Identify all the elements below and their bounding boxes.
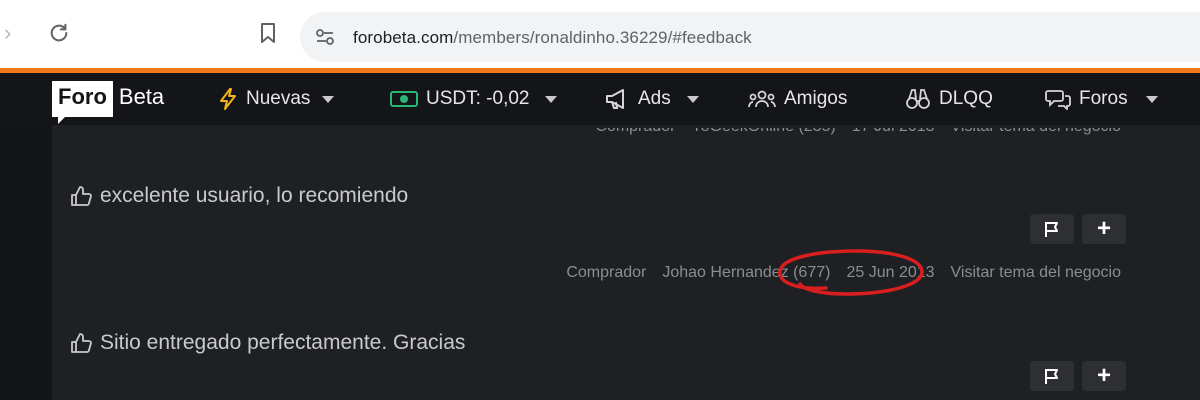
plus-icon: + <box>1096 362 1111 389</box>
megaphone-icon <box>606 89 624 109</box>
thumbs-up-icon <box>71 333 92 353</box>
feedback-thread-link[interactable]: Visitar tema del negocio <box>951 264 1121 282</box>
feedback-message: excelente usuario, lo recomiendo <box>70 184 408 208</box>
feedback-text: Sitio entregado perfectamente. Gracias <box>100 331 466 354</box>
binoculars-icon <box>906 89 930 109</box>
feedback-date: 25 Jun 2013 <box>846 264 935 281</box>
flag-icon <box>1045 222 1058 237</box>
add-button[interactable]: + <box>1082 361 1126 391</box>
site-logo[interactable]: Foro Beta <box>52 81 170 124</box>
chevron-down-icon <box>545 95 558 103</box>
browser-toolbar: › forobeta.com/members/ronaldinho.36229/… <box>0 0 1200 73</box>
site-navbar: Foro Beta Nuevas USDT: -0,02 Ads Amigos … <box>0 73 1200 125</box>
report-button[interactable] <box>1030 214 1074 244</box>
nav-item-usdt[interactable]: USDT: -0,02 <box>390 85 558 113</box>
logo-beta: Beta <box>112 81 170 117</box>
url-path: /members/ronaldinho.36229/#feedback <box>453 28 752 47</box>
feedback-role: Comprador <box>566 264 647 281</box>
sidebar-strip <box>0 125 52 400</box>
report-button[interactable] <box>1030 361 1074 391</box>
url-text[interactable]: forobeta.com/members/ronaldinho.36229/#f… <box>353 28 752 48</box>
nav-label-amigos: Amigos <box>784 88 848 109</box>
thumbs-up-icon <box>71 186 92 206</box>
chevron-down-icon <box>1145 95 1158 103</box>
nav-label-nuevas: Nuevas <box>246 88 311 109</box>
nav-item-foros[interactable]: Foros <box>1045 85 1158 113</box>
nav-item-ads[interactable]: Ads <box>604 85 699 113</box>
lightning-icon <box>220 88 236 110</box>
feedback-meta: Comprador Johao Hernandez (677) 25 Jun 2… <box>566 264 1121 282</box>
feedback-user[interactable]: Johao Hernandez (677) <box>662 264 830 282</box>
feedback-message: Sitio entregado perfectamente. Gracias <box>70 331 465 355</box>
nav-label-usdt: USDT: -0,02 <box>426 88 530 109</box>
site-settings-icon[interactable] <box>314 26 336 48</box>
nav-label-foros: Foros <box>1079 88 1128 109</box>
flag-icon <box>1045 369 1058 384</box>
add-button[interactable]: + <box>1082 214 1126 244</box>
logo-foro: Foro <box>52 81 113 124</box>
address-bar[interactable]: forobeta.com/members/ronaldinho.36229/#f… <box>300 12 1200 62</box>
feedback-list <box>52 125 1200 400</box>
nav-label-ads: Ads <box>638 88 671 109</box>
users-icon <box>748 90 776 108</box>
chevron-down-icon <box>686 95 699 103</box>
forward-icon[interactable]: › <box>4 22 11 44</box>
chevron-down-icon <box>322 95 335 103</box>
reload-icon[interactable] <box>48 22 70 48</box>
nav-item-nuevas[interactable]: Nuevas <box>218 85 335 113</box>
feedback-text: excelente usuario, lo recomiendo <box>100 184 409 207</box>
nav-item-amigos[interactable]: Amigos <box>748 85 847 113</box>
nav-item-dlqq[interactable]: DLQQ <box>905 85 993 113</box>
comments-icon <box>1045 90 1071 110</box>
plus-icon: + <box>1096 215 1111 242</box>
url-host: forobeta.com <box>353 28 454 47</box>
money-icon <box>390 91 418 107</box>
nav-label-dlqq: DLQQ <box>939 88 993 109</box>
bookmark-icon[interactable] <box>258 22 278 48</box>
